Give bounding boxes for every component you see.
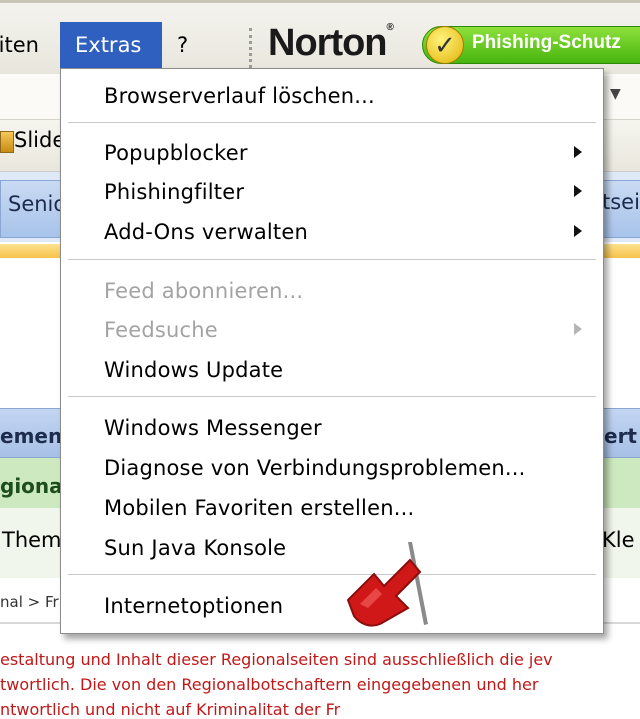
phishing-badge-label: Phishing-Schutz xyxy=(472,32,621,53)
menu-item-mobile-favoriten[interactable]: Mobilen Favoriten erstellen... xyxy=(104,496,414,520)
menu-separator xyxy=(68,259,596,261)
menu-separator xyxy=(68,122,596,124)
menu-item-windows-messenger[interactable]: Windows Messenger xyxy=(104,416,322,440)
topics-link-left[interactable]: Them xyxy=(2,528,62,552)
menu-item-windows-update[interactable]: Windows Update xyxy=(104,358,283,382)
submenu-arrow-icon xyxy=(574,323,582,335)
tab-senioren-label: Senio xyxy=(8,192,67,216)
menu-item-diagnose-verbindungsprobleme[interactable]: Diagnose von Verbindungsproblemen... xyxy=(104,456,526,480)
submenu-arrow-icon xyxy=(574,146,582,158)
disclaimer-line-3: ntwortlich und nicht auf Kriminalitat de… xyxy=(0,700,341,719)
folder-icon xyxy=(0,131,14,153)
toolbar-grip xyxy=(249,28,253,68)
menu-item-phishingfilter[interactable]: Phishingfilter xyxy=(104,180,244,204)
menu-item-sun-java-konsole[interactable]: Sun Java Konsole xyxy=(104,536,286,560)
norton-logo-text: Norton xyxy=(268,22,388,64)
section-header-right: ert xyxy=(604,424,637,448)
norton-logo: Norton® xyxy=(268,22,394,65)
menu-extras[interactable]: Extras xyxy=(60,22,162,68)
menu-help[interactable]: ? xyxy=(177,33,188,57)
menu-item-browserverlauf-loeschen[interactable]: Browserverlauf löschen... xyxy=(104,84,375,108)
disclaimer-line-2: twortlich. Die von den Regionalbotschaft… xyxy=(0,675,539,694)
menu-item-feedsuche: Feedsuche xyxy=(104,318,218,342)
menu-item-addons-verwalten[interactable]: Add-Ons verwalten xyxy=(104,220,308,244)
tab-startseite-label: tseit xyxy=(602,190,640,214)
menu-separator xyxy=(68,574,596,576)
submenu-arrow-icon xyxy=(574,225,582,237)
regional-header-label: giona xyxy=(0,474,63,498)
address-dropdown-icon[interactable]: ▼ xyxy=(610,86,621,102)
submenu-arrow-icon xyxy=(574,185,582,197)
breadcrumb[interactable]: nal > Fr xyxy=(0,593,59,611)
menu-favoriten[interactable]: riten xyxy=(0,33,39,57)
menu-item-feed-abonnieren: Feed abonnieren... xyxy=(104,279,304,303)
toolbar-link-slide[interactable]: Slide xyxy=(14,128,65,152)
menu-item-internetoptionen[interactable]: Internetoptionen xyxy=(104,594,283,618)
red-arrow-icon xyxy=(346,542,428,627)
disclaimer-line-1: estaltung und Inhalt dieser Regionalseit… xyxy=(0,650,553,669)
menu-separator xyxy=(68,396,596,398)
section-header-left: emen xyxy=(0,424,63,448)
norton-reg-mark: ® xyxy=(386,22,394,33)
topics-link-right[interactable]: Kle xyxy=(602,528,635,552)
menu-item-popupblocker[interactable]: Popupblocker xyxy=(104,141,248,165)
checkmark-icon: ✓ xyxy=(426,26,464,64)
